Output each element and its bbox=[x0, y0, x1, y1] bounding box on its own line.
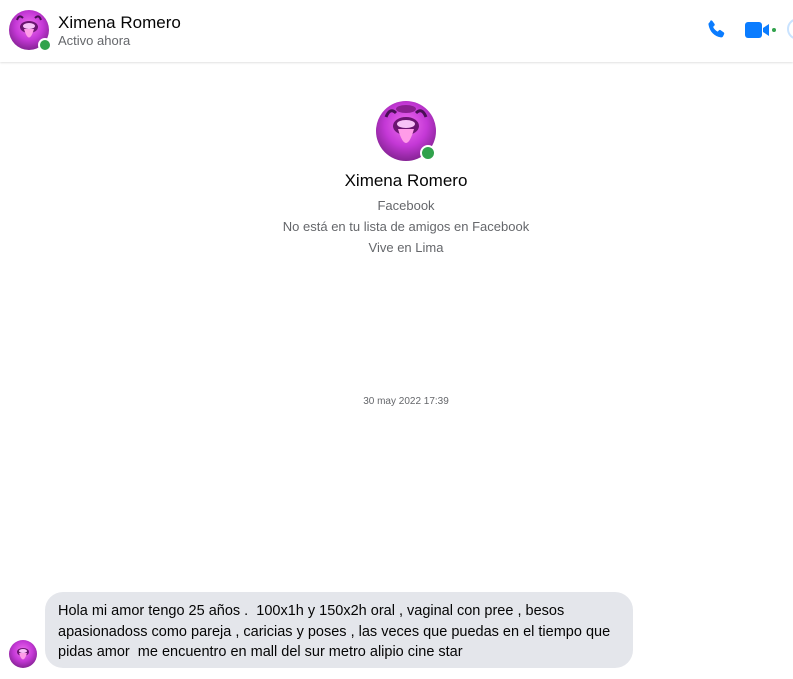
friend-status: No está en tu lista de amigos en Faceboo… bbox=[282, 219, 530, 234]
info-icon[interactable] bbox=[787, 18, 793, 40]
contact-name[interactable]: Ximena Romero bbox=[58, 13, 181, 33]
profile-name[interactable]: Ximena Romero bbox=[0, 171, 793, 191]
message-text-line: pidas amor me encuentro en mall del sur … bbox=[58, 644, 463, 660]
message-bubble[interactable]: Hola mi amor tengo 25 años . 100x1h y 15… bbox=[45, 592, 633, 668]
contact-avatar[interactable] bbox=[9, 10, 52, 52]
chat-header: Ximena Romero Activo ahora bbox=[0, 0, 793, 62]
profile-location: Vive en Lima bbox=[368, 240, 444, 255]
message-sender-avatar[interactable] bbox=[9, 640, 37, 668]
profile-source: Facebook bbox=[377, 198, 435, 213]
video-camera-icon[interactable] bbox=[744, 18, 778, 47]
avatar-image bbox=[9, 640, 37, 668]
profile-avatar[interactable] bbox=[376, 101, 436, 161]
message-text-line: apasionadoss como pareja , caricias y po… bbox=[58, 623, 611, 640]
online-status-dot bbox=[38, 38, 52, 52]
message-timestamp: 30 may 2022 17:39 bbox=[363, 396, 449, 407]
phone-icon[interactable] bbox=[704, 18, 728, 47]
message-text-line: Hola mi amor tengo 25 años . 100x1h y 15… bbox=[58, 603, 565, 619]
online-status-dot bbox=[420, 145, 436, 161]
contact-status: Activo ahora bbox=[58, 33, 131, 48]
